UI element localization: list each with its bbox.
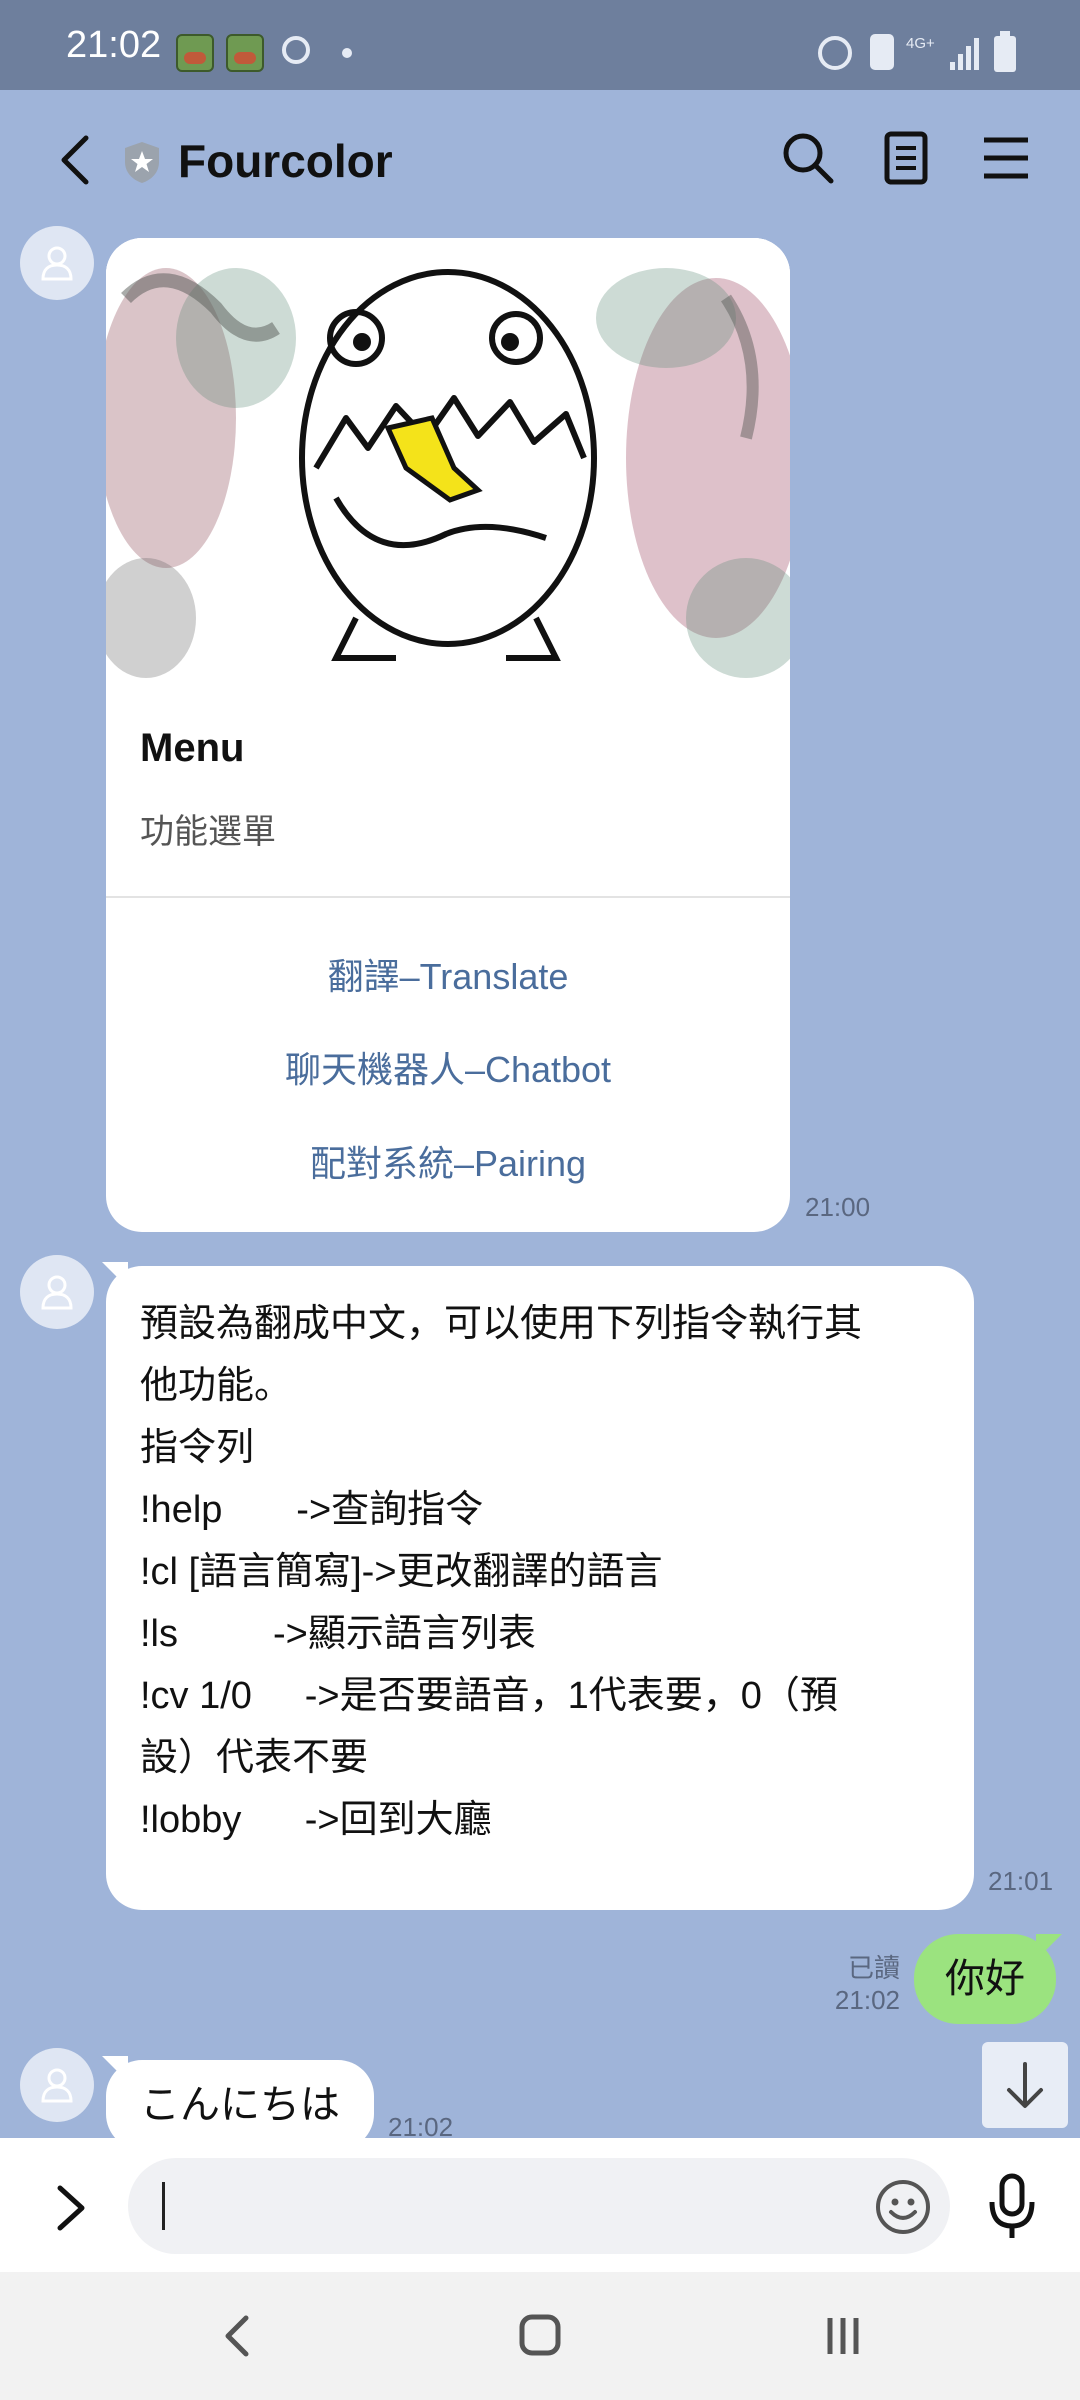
user-placeholder-icon [41,2068,73,2103]
text-caret [162,2182,165,2230]
expand-toolbar-button[interactable] [40,2178,100,2238]
system-nav-bar [0,2272,1080,2400]
chevron-right-icon [57,2185,85,2231]
more-notifications-dot-icon [342,48,352,58]
message-time: 21:01 [988,1866,1054,1896]
arrow-down-icon [1007,2062,1043,2108]
search-icon [783,133,834,184]
scroll-to-bottom-button[interactable] [982,2042,1068,2128]
status-bar: 21:02 4G+ [0,0,1080,90]
nav-recents-button[interactable] [808,2304,878,2368]
battery-saver-icon [870,34,894,70]
emoji-button[interactable] [874,2178,932,2236]
chat-header: Fourcolor [0,90,1080,232]
help-line: !help ->查詢指令 [140,1489,484,1531]
battery-icon [994,31,1016,72]
voice-button[interactable] [982,2172,1042,2242]
help-line: 他功能。 [140,1365,293,1407]
message-time: 21:02 [834,1985,900,2015]
signal-icon [950,36,980,70]
bot-avatar[interactable] [20,1255,94,1329]
translate-button[interactable]: 翻譯–Translate [106,948,790,1000]
chevron-left-icon [61,135,89,185]
message-input-bar [0,2138,1080,2272]
bot-avatar[interactable] [20,226,94,300]
alarm-icon [818,36,852,70]
card-divider [106,896,790,898]
notes-button[interactable] [874,126,938,190]
back-button[interactable] [48,130,108,190]
network-type-label: 4G+ [906,35,935,52]
help-line: 指令列 [140,1427,255,1469]
bot-avatar[interactable] [20,2048,94,2122]
nav-back-icon [225,2315,249,2357]
message-input[interactable] [128,2158,950,2254]
user-placeholder-icon [41,246,73,281]
card-subtitle: 功能選單 [140,813,276,851]
notes-icon [884,131,928,185]
help-line: !lobby ->回到大廳 [140,1799,492,1841]
sync-icon [282,36,310,64]
menu-card: Menu 功能選單 翻譯–Translate 聊天機器人–Chatbot 配對系… [106,238,790,1232]
read-receipt: 已讀 21:02 [830,1948,900,2016]
card-image[interactable] [106,238,790,690]
help-line: 設）代表不要 [140,1737,369,1779]
official-shield-icon [125,142,159,183]
egg-character-icon [106,238,790,690]
notification-app-icon [176,34,214,72]
status-time: 21:02 [66,24,162,66]
help-line: !ls ->顯示語言列表 [140,1613,536,1655]
nav-back-button[interactable] [204,2304,274,2368]
chat-title: Fourcolor [178,135,393,187]
user-placeholder-icon [41,1275,73,1310]
read-label: 已讀 [847,1953,900,1983]
notification-app-icon [226,34,264,72]
card-title: Menu [140,726,245,770]
sent-message-bubble[interactable]: 你好 [914,1934,1056,2024]
search-button[interactable] [776,126,840,190]
help-line: 預設為翻成中文，可以使用下列指令執行其 [140,1303,863,1345]
microphone-icon [989,2173,1035,2238]
help-line: !cl [語言簡寫]->更改翻譯的語言 [140,1551,663,1593]
chatbot-button[interactable]: 聊天機器人–Chatbot [106,1041,790,1093]
reply-message-bubble[interactable]: こんにちは [106,2060,374,2150]
menu-button[interactable] [974,126,1038,190]
nav-recents-icon [827,2318,859,2354]
nav-home-icon [519,2314,561,2356]
smiley-icon [876,2180,930,2234]
message-time: 21:00 [805,1192,871,1222]
pairing-button[interactable]: 配對系統–Pairing [106,1135,790,1187]
nav-home-button[interactable] [505,2304,575,2368]
help-line: !cv 1/0 ->是否要語音，1代表要，0（預 [140,1675,838,1717]
help-message-bubble[interactable]: 預設為翻成中文，可以使用下列指令執行其 他功能。 指令列 !help ->查詢指… [106,1266,974,1910]
hamburger-menu-icon [984,137,1028,179]
